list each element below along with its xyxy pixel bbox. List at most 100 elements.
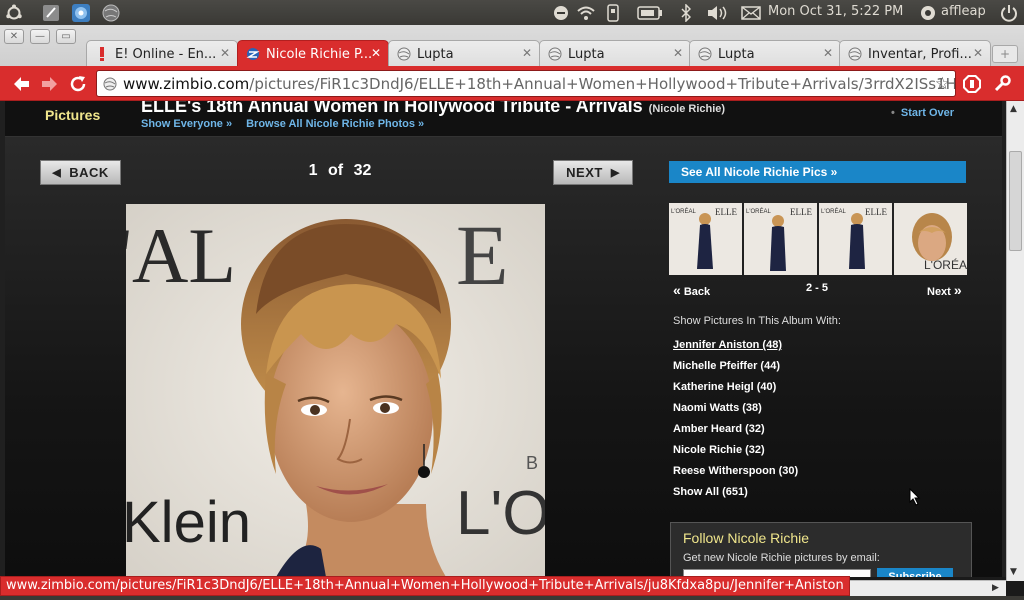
mail-icon[interactable]: [740, 3, 762, 22]
im-status-icon[interactable]: [552, 3, 570, 22]
vertical-scrollbar[interactable]: ▲ ▼: [1006, 101, 1024, 581]
tab-lupta-3[interactable]: Lupta ✕: [689, 40, 841, 67]
next-button[interactable]: NEXT ▶: [553, 160, 633, 185]
chromium-launcher-icon[interactable]: [70, 3, 92, 22]
thumb-backdrop-text: ELLE: [790, 207, 812, 217]
celeb-link[interactable]: Katherine Heigl (40): [673, 381, 776, 393]
scroll-right-icon[interactable]: ▶: [992, 583, 999, 593]
user-status-icon[interactable]: [919, 3, 937, 22]
see-all-pics-button[interactable]: See All Nicole Richie Pics »: [669, 161, 966, 183]
follow-box: Follow Nicole Richie Get new Nicole Rich…: [670, 522, 972, 577]
strip-back-label: Back: [683, 286, 711, 298]
photo-backdrop-text: L'O: [456, 479, 545, 548]
double-chevron-left-icon: «: [673, 282, 681, 298]
triangle-right-icon: ▶: [610, 167, 620, 179]
celeb-link[interactable]: Nicole Richie (32): [673, 444, 765, 456]
page-info-globe-icon[interactable]: [103, 77, 117, 95]
tab-label: E! Online - En...: [115, 46, 217, 62]
thumb-backdrop-text: L'ORÉAL: [746, 208, 771, 215]
photo-counter: 1 of 32: [290, 162, 390, 180]
start-over-link[interactable]: • Start Over: [891, 107, 954, 119]
tab-close-icon[interactable]: ✕: [522, 46, 532, 60]
tab-strip: ✕ — ▭ E! Online - En... ✕ Nicole Richie …: [0, 25, 1024, 67]
e-online-icon: [95, 47, 109, 61]
tab-close-icon[interactable]: ✕: [371, 46, 381, 60]
back-arrow-icon[interactable]: [9, 72, 33, 96]
text-editor-launcher-icon[interactable]: [40, 3, 62, 22]
thumb-backdrop-text: ELLE: [865, 207, 887, 217]
globe-icon: [698, 47, 712, 61]
counter-of: of: [328, 162, 344, 179]
tab-close-icon[interactable]: ✕: [673, 46, 683, 60]
clock-text[interactable]: Mon Oct 31, 5:22 PM: [768, 4, 903, 19]
celeb-link[interactable]: Michelle Pfeiffer (44): [673, 360, 780, 372]
back-button[interactable]: ◀ BACK: [40, 160, 121, 185]
url-host: www.zimbio.com: [123, 74, 250, 93]
scroll-down-icon[interactable]: ▼: [1010, 567, 1017, 577]
address-bar[interactable]: www.zimbio.com/pictures/FiR1c3DndJ6/ELLE…: [96, 70, 956, 97]
scroll-up-icon[interactable]: ▲: [1010, 104, 1017, 114]
tab-nicole-richie[interactable]: Nicole Richie P... ✕: [237, 40, 389, 67]
subscribe-button[interactable]: Subscribe: [877, 568, 953, 577]
forward-arrow-icon[interactable]: [38, 72, 62, 96]
globe-icon: [397, 47, 411, 61]
show-all-link[interactable]: Show All (651): [673, 486, 748, 498]
section-tab-pictures[interactable]: Pictures: [45, 107, 100, 123]
wifi-icon[interactable]: [576, 3, 596, 22]
thumbnail-4[interactable]: L'ORÉAL: [894, 203, 967, 275]
thumbnail-2[interactable]: L'ORÉAL ELLE: [744, 203, 817, 275]
strip-back-link[interactable]: « Back: [673, 282, 710, 298]
tab-close-icon[interactable]: ✕: [823, 46, 833, 60]
system-panel: Mon Oct 31, 5:22 PM affleap: [0, 0, 1024, 25]
strip-next-link[interactable]: Next »: [927, 282, 962, 298]
url-path: /pictures/FiR1c3DndJ6/ELLE+18th+Annual+W…: [249, 74, 956, 93]
album-header: Pictures ELLE's 18th Annual Women In Hol…: [5, 101, 1002, 137]
celeb-link[interactable]: Reese Witherspoon (30): [673, 465, 798, 477]
browse-all-photos-link[interactable]: Browse All Nicole Richie Photos »: [246, 118, 424, 130]
window-close-button[interactable]: ✕: [4, 29, 24, 44]
gallery-main: ◀ BACK 1 of 32 NEXT ▶ 'AL E Klein L'O B …: [5, 137, 1002, 577]
tab-inventar[interactable]: Inventar, Profi... ✕: [839, 40, 991, 67]
tab-lupta-1[interactable]: Lupta ✕: [388, 40, 540, 67]
bluetooth-icon[interactable]: [679, 3, 693, 22]
thumb-backdrop-text: ELLE: [715, 207, 737, 217]
power-icon[interactable]: [998, 3, 1020, 22]
ubuntu-logo-icon[interactable]: [4, 3, 24, 22]
window-maximize-button[interactable]: ▭: [56, 29, 76, 44]
tab-close-icon[interactable]: ✕: [220, 46, 230, 60]
reload-icon[interactable]: [66, 72, 90, 96]
main-photo[interactable]: 'AL E Klein L'O B: [126, 204, 545, 577]
strip-range: 2 - 5: [806, 282, 829, 294]
globe-launcher-icon[interactable]: [100, 3, 122, 22]
celeb-link[interactable]: Amber Heard (32): [673, 423, 765, 435]
photo-backdrop-text: E: [456, 207, 509, 303]
follow-title: Follow Nicole Richie: [683, 530, 810, 546]
celeb-link[interactable]: Jennifer Aniston (48): [673, 339, 782, 351]
globe-icon: [548, 47, 562, 61]
modem-icon[interactable]: [605, 3, 621, 22]
follow-text: Get new Nicole Richie pictures by email:: [683, 552, 880, 564]
celeb-link[interactable]: Naomi Watts (38): [673, 402, 762, 414]
thumbnail-1[interactable]: L'ORÉAL ELLE: [669, 203, 742, 275]
bookmark-star-icon[interactable]: ☆: [935, 74, 950, 94]
tab-e-online[interactable]: E! Online - En... ✕: [86, 40, 238, 67]
thumbnail-3[interactable]: L'ORÉAL ELLE: [819, 203, 892, 275]
tab-close-icon[interactable]: ✕: [973, 46, 983, 60]
scrollbar-thumb[interactable]: [1009, 151, 1022, 251]
web-page: Pictures ELLE's 18th Annual Women In Hol…: [0, 101, 1006, 577]
window-minimize-button[interactable]: —: [30, 29, 50, 44]
album-title: ELLE's 18th Annual Women In Hollywood Tr…: [141, 101, 725, 117]
show-everyone-link[interactable]: Show Everyone »: [141, 118, 232, 130]
new-tab-button[interactable]: +: [992, 45, 1018, 63]
tab-label: Lupta: [417, 46, 454, 62]
mouse-cursor-icon: [909, 487, 921, 510]
adblock-stop-icon[interactable]: [960, 72, 984, 96]
back-button-label: BACK: [69, 165, 109, 180]
status-bubble: www.zimbio.com/pictures/FiR1c3DndJ6/ELLE…: [0, 576, 850, 596]
tab-lupta-2[interactable]: Lupta ✕: [539, 40, 691, 67]
user-name[interactable]: affleap: [941, 4, 986, 19]
wrench-menu-icon[interactable]: [990, 72, 1014, 96]
volume-icon[interactable]: [706, 3, 730, 22]
window-bottom-edge: [0, 596, 1024, 600]
battery-icon[interactable]: [636, 3, 664, 22]
